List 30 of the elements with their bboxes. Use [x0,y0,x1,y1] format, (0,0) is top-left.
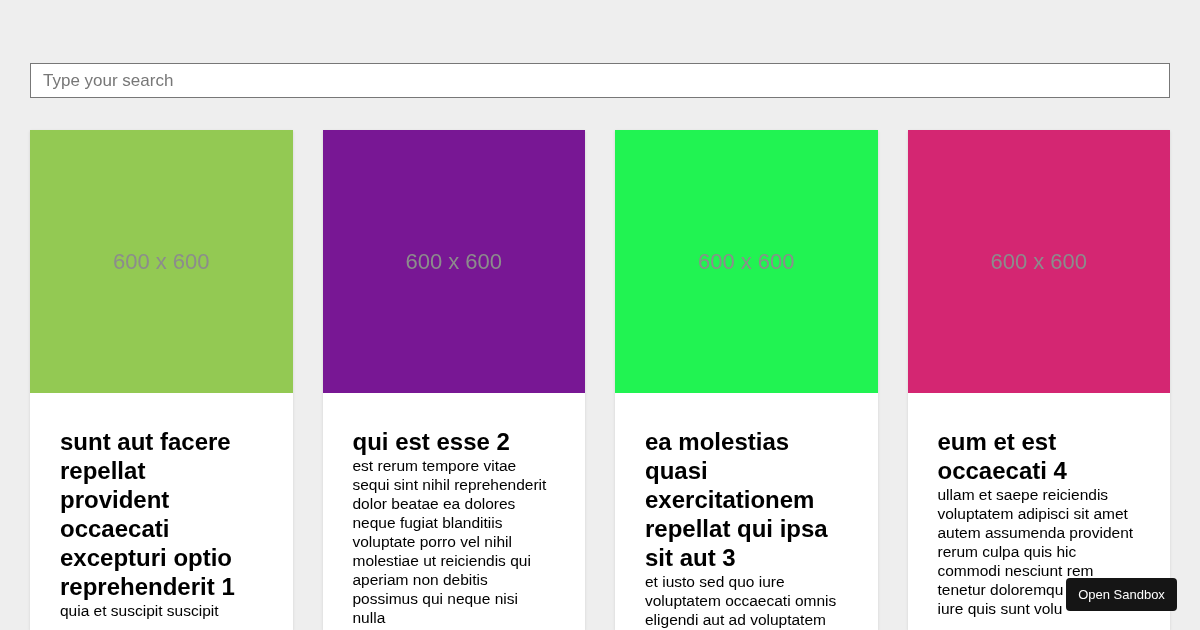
card-text-line: voluptatem adipisci sit amet [937,504,1128,523]
card-text-line: aperiam non debitis [352,570,488,589]
card-title: qui est esse 2 [352,427,511,456]
card-text-line: sequi sint nihil reprehenderit [352,475,547,494]
card-text-line: iure quis sunt volu [937,599,1063,618]
card-text-line: voluptatem occaecati omnis [645,591,837,610]
card-text-line: quia et suscipit suscipit [60,601,219,620]
card-text-line: nulla [352,608,386,627]
card-text-line: et iusto sed quo iure [645,572,785,591]
card-text-line: possimus qui neque nisi [352,589,518,608]
card-text-line: eligendi aut ad voluptatem [645,610,826,629]
image-size-label: 600 x 600 [990,248,1088,276]
card-text-line: tenetur doloremqu [937,580,1064,599]
card-text-line: dolor beatae ea dolores [352,494,516,513]
card-text-line: neque fugiat blanditiis [352,513,503,532]
image-size-label: 600 x 600 [405,248,503,276]
card-text-line: voluptate porro vel nihil [352,532,512,551]
image-size-label: 600 x 600 [697,248,795,276]
card-title: sunt aut facere repellat provident occaecati excepturi optio reprehenderit 1 [60,427,236,601]
card-text-line: rerum culpa quis hic [937,542,1077,561]
card-text-line: est rerum tempore vitae [352,456,517,475]
card-text-line: commodi nesciunt rem [937,561,1094,580]
card-text-line: molestiae ut reiciendis qui [352,551,531,570]
card-title: ea molestias quasi exercitationem repellat qui ipsa sit aut 3 [645,427,829,572]
open-sandbox-button[interactable]: Open Sandbox [1066,578,1177,611]
card-title: eum et est occaecati 4 [937,427,1068,485]
card-text-line: ullam et saepe reiciendis [937,485,1109,504]
image-size-label: 600 x 600 [112,248,210,276]
search-field[interactable]: Type your search [30,63,1170,98]
card-text-line: autem assumenda provident [937,523,1134,542]
